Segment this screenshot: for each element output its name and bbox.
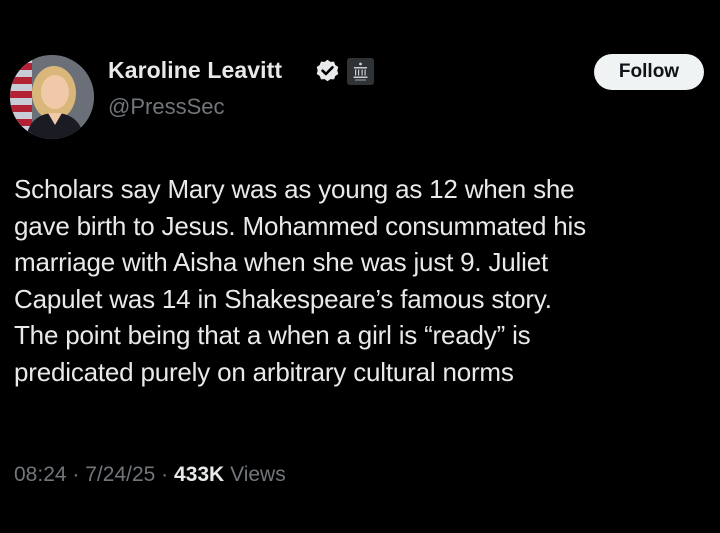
views-label: Views xyxy=(230,463,286,486)
follow-button[interactable]: Follow xyxy=(594,54,704,90)
avatar[interactable] xyxy=(10,55,94,139)
views-count: 433K xyxy=(174,463,225,486)
verified-badge-icon xyxy=(316,59,339,82)
meta-separator: · xyxy=(161,463,169,486)
tweet-text: Scholars say Mary was as young as 12 whe… xyxy=(14,174,586,387)
tweet-card: Karoline Leavitt @PressSec Follow Schola… xyxy=(0,0,720,533)
author-display-name[interactable]: Karoline Leavitt xyxy=(108,57,282,84)
tweet-time[interactable]: 08:24 xyxy=(14,463,67,486)
meta-separator: · xyxy=(72,463,80,486)
tweet-date[interactable]: 7/24/25 xyxy=(85,463,155,486)
tweet-metadata: 08:24 · 7/24/25 · 433K Views xyxy=(14,463,286,487)
avatar-photo xyxy=(10,55,94,139)
author-handle[interactable]: @PressSec xyxy=(108,94,224,120)
white-house-badge-icon[interactable] xyxy=(347,58,374,85)
